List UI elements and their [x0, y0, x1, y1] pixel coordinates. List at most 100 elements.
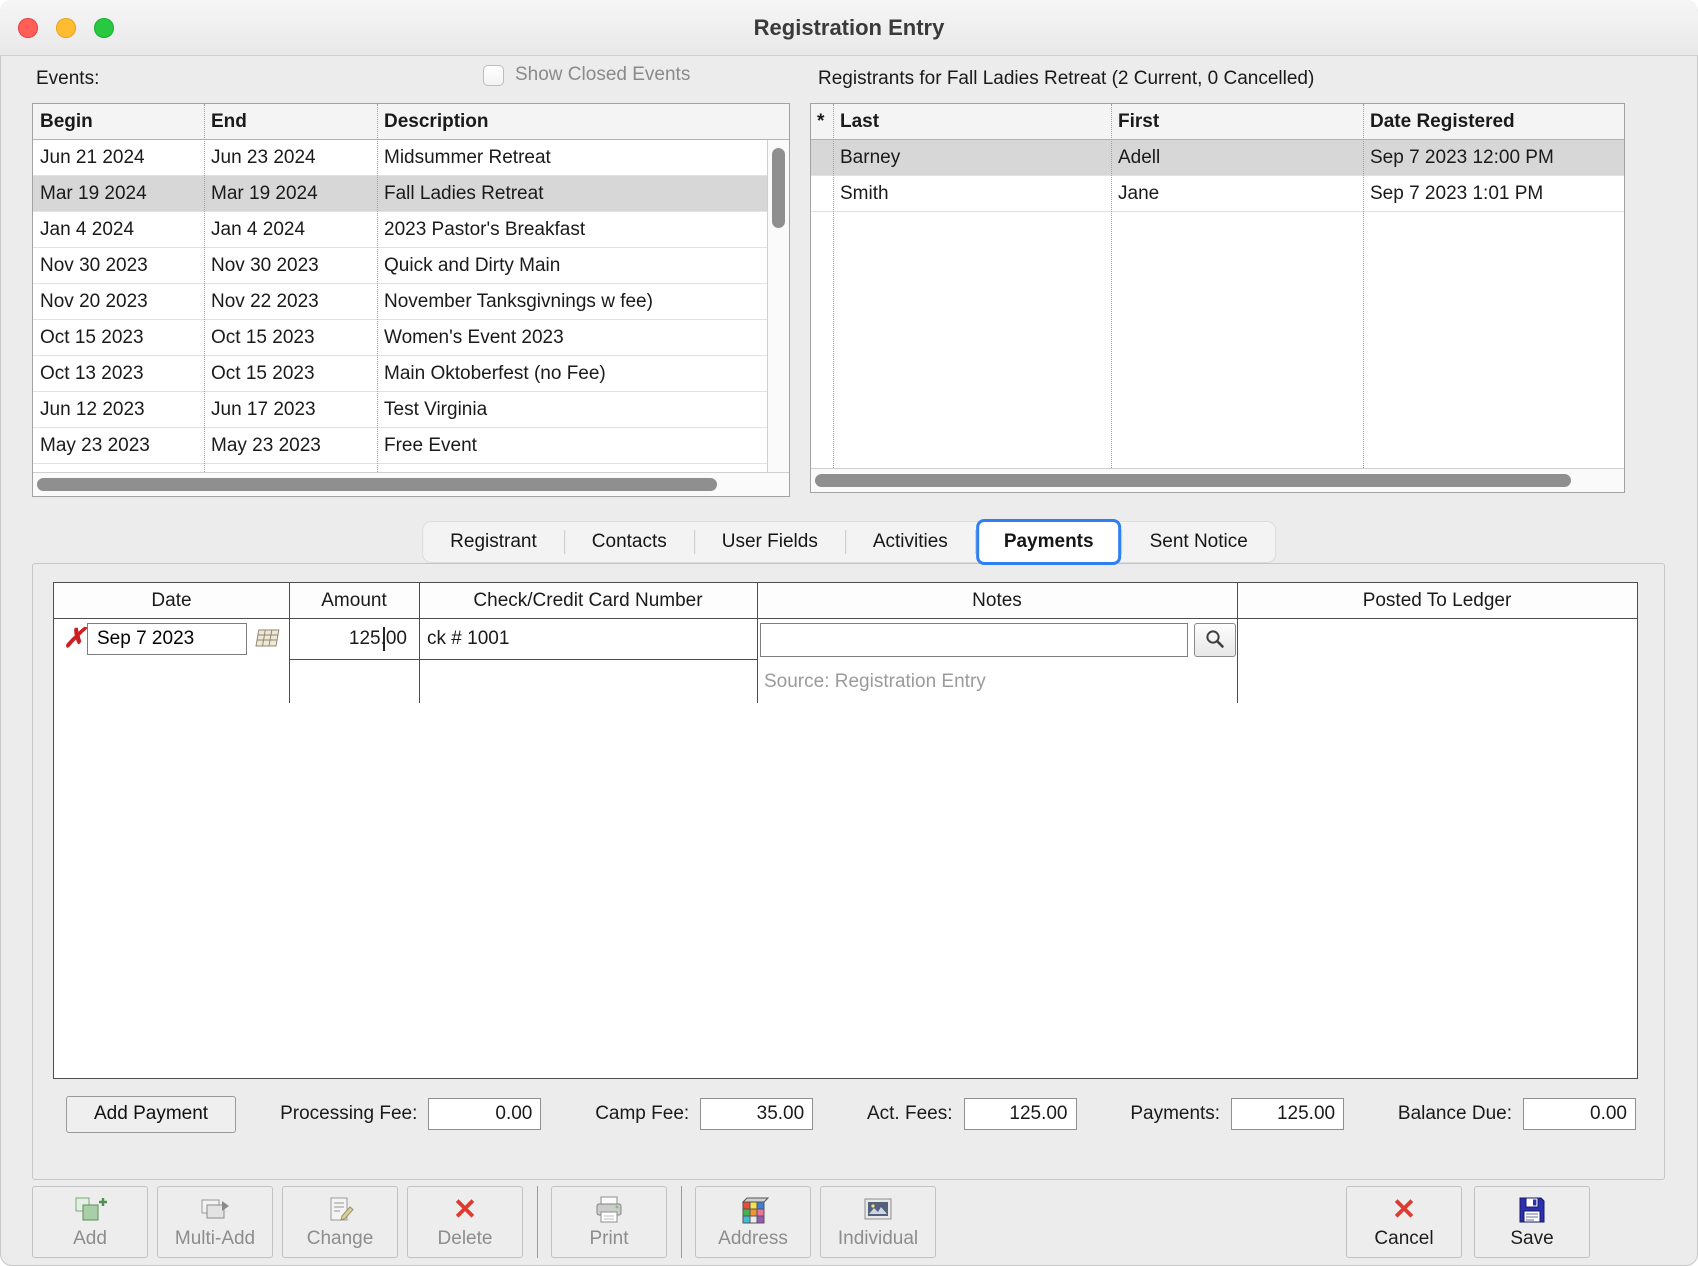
- summary-label: Camp Fee:: [595, 1103, 689, 1125]
- add-button[interactable]: Add: [32, 1186, 148, 1258]
- summary-item: Payments:125.00: [1130, 1098, 1344, 1130]
- tab-registrant[interactable]: Registrant: [423, 521, 564, 563]
- summary-label: Balance Due:: [1398, 1103, 1512, 1125]
- events-label: Events:: [36, 68, 99, 90]
- event-end-cell: Jun 23 2024: [204, 140, 377, 175]
- payment-amount[interactable]: 125.00: [291, 623, 413, 655]
- minimize-window-button[interactable]: [56, 18, 76, 38]
- change-button[interactable]: Change: [282, 1186, 398, 1258]
- event-row[interactable]: Mar 19 2024Mar 19 2024Fall Ladies Retrea…: [33, 176, 767, 212]
- column-separator: [1237, 583, 1238, 703]
- close-window-button[interactable]: [18, 18, 38, 38]
- notes-search-button[interactable]: [1194, 623, 1236, 657]
- payments-table-header: DateAmountCheck/Credit Card NumberNotesP…: [54, 583, 1637, 619]
- payment-check-number[interactable]: ck # 1001: [427, 623, 509, 655]
- tab-activities[interactable]: Activities: [846, 521, 975, 563]
- delete-button[interactable]: ✕Delete: [407, 1186, 523, 1258]
- summary-label: Payments:: [1130, 1103, 1220, 1125]
- show-closed-events-checkbox[interactable]: [483, 65, 504, 86]
- event-row[interactable]: May 23 2023May 23 2023Free Event: [33, 428, 767, 464]
- registrant-row[interactable]: SmithJaneSep 7 2023 1:01 PM: [811, 176, 1624, 212]
- events-vertical-scrollbar[interactable]: [767, 140, 789, 472]
- address-icon: [736, 1193, 770, 1226]
- event-description-cell: Midsummer Retreat: [377, 140, 767, 175]
- tab-user-fields[interactable]: User Fields: [695, 521, 845, 563]
- add-payment-button[interactable]: Add Payment: [66, 1096, 236, 1133]
- tab-contacts[interactable]: Contacts: [565, 521, 694, 563]
- events-column-header: Description: [377, 104, 789, 139]
- event-row[interactable]: Jun 21 2024Jun 23 2024Midsummer Retreat: [33, 140, 767, 176]
- payments-column-header: Check/Credit Card Number: [419, 583, 757, 618]
- zoom-window-button[interactable]: [94, 18, 114, 38]
- registrants-table-body: BarneyAdellSep 7 2023 12:00 PMSmithJaneS…: [811, 140, 1624, 468]
- address-button[interactable]: Address: [695, 1186, 811, 1258]
- event-row[interactable]: Nov 30 2023Nov 30 2023Quick and Dirty Ma…: [33, 248, 767, 284]
- event-description-cell: Women's Event 2023: [377, 320, 767, 355]
- event-begin-cell: Nov 30 2023: [33, 248, 204, 283]
- payment-notes-input[interactable]: [760, 623, 1188, 657]
- events-horizontal-scrollbar[interactable]: [33, 472, 789, 496]
- summary-item: Processing Fee:0.00: [280, 1098, 541, 1130]
- registration-entry-window: Registration Entry Events: Show Closed E…: [0, 0, 1698, 1266]
- save-button[interactable]: Save: [1474, 1186, 1590, 1258]
- toolbar-button-label: Change: [307, 1228, 374, 1250]
- scrollbar-thumb[interactable]: [37, 478, 717, 491]
- toolbar-button-label: Multi-Add: [175, 1228, 255, 1250]
- registrant-date-cell: Sep 7 2023 12:00 PM: [1363, 140, 1624, 175]
- scrollbar-thumb[interactable]: [815, 474, 1571, 487]
- event-row[interactable]: Oct 15 2023Oct 15 2023Women's Event 2023: [33, 320, 767, 356]
- event-end-cell: Jan 4 2024: [204, 212, 377, 247]
- summary-label: Act. Fees:: [867, 1103, 953, 1125]
- tab-sent-notice[interactable]: Sent Notice: [1123, 521, 1275, 563]
- event-description-cell: Fall Ladies Retreat: [377, 176, 767, 211]
- multi-add-button[interactable]: Multi-Add: [157, 1186, 273, 1258]
- show-closed-events-label: Show Closed Events: [515, 64, 690, 86]
- payments-column-header: Notes: [757, 583, 1237, 618]
- event-row[interactable]: Jun 12 2023Jun 17 2023Test Virginia: [33, 392, 767, 428]
- event-description-cell: Free Event: [377, 428, 767, 463]
- delete-payment-icon[interactable]: ✗: [63, 624, 86, 654]
- magnifier-icon: [1204, 628, 1226, 653]
- cancel-button[interactable]: ✕Cancel: [1346, 1186, 1462, 1258]
- registrants-horizontal-scrollbar[interactable]: [811, 468, 1624, 492]
- events-table: BeginEndDescription Jun 21 2024Jun 23 20…: [32, 103, 790, 497]
- column-separator: [419, 583, 420, 703]
- event-row[interactable]: Nov 20 2023Nov 22 2023November Tanksgivn…: [33, 284, 767, 320]
- event-end-cell: May 23 2023: [204, 428, 377, 463]
- traffic-lights: [18, 18, 114, 38]
- events-column-header: Begin: [33, 104, 204, 139]
- registrants-title: Registrants for Fall Ladies Retreat (2 C…: [818, 68, 1314, 90]
- scrollbar-thumb[interactable]: [772, 148, 785, 228]
- tab-payments[interactable]: Payments: [976, 519, 1122, 565]
- text-cursor: [383, 627, 385, 651]
- event-begin-cell: May 23 2023: [33, 428, 204, 463]
- registrant-first-cell: Adell: [1111, 140, 1363, 175]
- events-table-body: Jun 21 2024Jun 23 2024Midsummer RetreatM…: [33, 140, 767, 472]
- event-description-cell: 2023 Pastor's Breakfast: [377, 212, 767, 247]
- fee-summary-fields: Processing Fee:0.00 Camp Fee:35.00 Act. Fe…: [280, 1098, 1636, 1130]
- event-row[interactable]: Oct 13 2023Oct 15 2023Main Oktoberfest (…: [33, 356, 767, 392]
- registrant-row[interactable]: BarneyAdellSep 7 2023 12:00 PM: [811, 140, 1624, 176]
- add-icon: [72, 1193, 108, 1226]
- registrants-table-header: *LastFirstDate Registered: [811, 104, 1624, 140]
- event-end-cell: Mar 19 2024: [204, 176, 377, 211]
- event-end-cell: Jun 17 2023: [204, 392, 377, 427]
- event-end-cell: Oct 15 2023: [204, 356, 377, 391]
- print-button[interactable]: Print: [551, 1186, 667, 1258]
- change-icon: [322, 1193, 358, 1226]
- individual-icon: [860, 1193, 896, 1226]
- save-icon: [1516, 1193, 1548, 1226]
- individual-button[interactable]: Individual: [820, 1186, 936, 1258]
- toolbar-button-label: Address: [718, 1228, 788, 1250]
- summary-value: 125.00: [964, 1098, 1077, 1130]
- registrant-last-cell: Barney: [833, 140, 1111, 175]
- event-row[interactable]: Jan 4 2024Jan 4 20242023 Pastor's Breakf…: [33, 212, 767, 248]
- payment-date-input[interactable]: [87, 623, 247, 655]
- show-closed-events-control[interactable]: Show Closed Events: [483, 64, 690, 86]
- bottom-toolbar: Add Multi-Add Change ✕Delete Print Address Ind…: [32, 1186, 1590, 1258]
- registrants-column-header: First: [1111, 104, 1363, 139]
- delete-icon: ✕: [453, 1193, 477, 1226]
- date-picker-icon[interactable]: [254, 627, 282, 656]
- toolbar-button-label: Save: [1510, 1228, 1553, 1250]
- summary-item: Camp Fee:35.00: [595, 1098, 813, 1130]
